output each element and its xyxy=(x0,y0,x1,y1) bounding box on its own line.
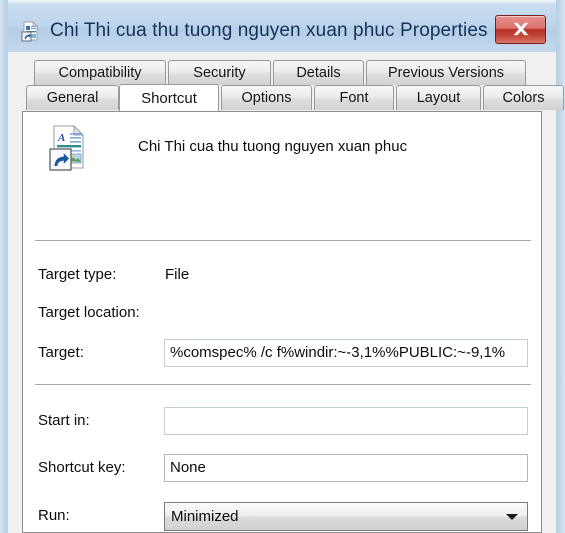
target-type-value: File xyxy=(165,266,190,283)
section-divider-top xyxy=(35,240,531,241)
title-bar[interactable]: Chi Thi cua thu tuong nguyen xuan phuc P… xyxy=(8,4,556,52)
properties-window: Chi Thi cua thu tuong nguyen xuan phuc P… xyxy=(0,0,565,533)
tab-shortcut[interactable]: Shortcut xyxy=(119,84,219,111)
target-input[interactable]: %comspec% /c f%windir:~-3,1%%PUBLIC:~-9,… xyxy=(164,339,528,367)
shortcut-document-icon: A xyxy=(47,124,92,172)
run-dropdown-value: Minimized xyxy=(171,508,239,525)
section-divider-bottom xyxy=(35,384,531,385)
tab-colors[interactable]: Colors xyxy=(483,85,564,110)
shortcut-key-input[interactable]: None xyxy=(164,454,528,482)
tab-strip: Compatibility Security Details Previous … xyxy=(22,60,564,112)
target-label: Target: xyxy=(38,344,84,361)
window-frame-right xyxy=(556,0,565,533)
dialog-client-area: Compatibility Security Details Previous … xyxy=(8,52,564,533)
tab-options[interactable]: Options xyxy=(221,85,312,110)
close-button[interactable] xyxy=(495,15,546,44)
tab-font[interactable]: Font xyxy=(314,85,394,110)
shortcut-document-icon xyxy=(20,20,42,42)
tab-compatibility[interactable]: Compatibility xyxy=(34,60,166,85)
svg-text:A: A xyxy=(57,132,65,144)
shortcut-key-label: Shortcut key: xyxy=(38,459,126,476)
shortcut-tab-panel: A Chi Thi cua thu tuong nguyen xuan phuc… xyxy=(22,111,542,533)
start-in-label: Start in: xyxy=(38,412,90,429)
tab-general[interactable]: General xyxy=(26,85,119,110)
start-in-input[interactable] xyxy=(164,407,528,435)
tab-details[interactable]: Details xyxy=(273,60,364,85)
target-location-label: Target location: xyxy=(38,304,140,321)
tab-layout[interactable]: Layout xyxy=(396,85,481,110)
window-frame-left xyxy=(0,0,8,533)
shortcut-name-label: Chi Thi cua thu tuong nguyen xuan phuc xyxy=(138,138,408,155)
tab-previous-versions[interactable]: Previous Versions xyxy=(366,60,526,85)
window-title: Chi Thi cua thu tuong nguyen xuan phuc P… xyxy=(50,20,488,41)
close-icon xyxy=(512,22,529,36)
tab-security[interactable]: Security xyxy=(168,60,271,85)
run-label: Run: xyxy=(38,507,70,524)
target-type-label: Target type: xyxy=(38,266,117,283)
chevron-down-icon xyxy=(506,514,518,520)
run-dropdown[interactable]: Minimized xyxy=(164,502,528,531)
